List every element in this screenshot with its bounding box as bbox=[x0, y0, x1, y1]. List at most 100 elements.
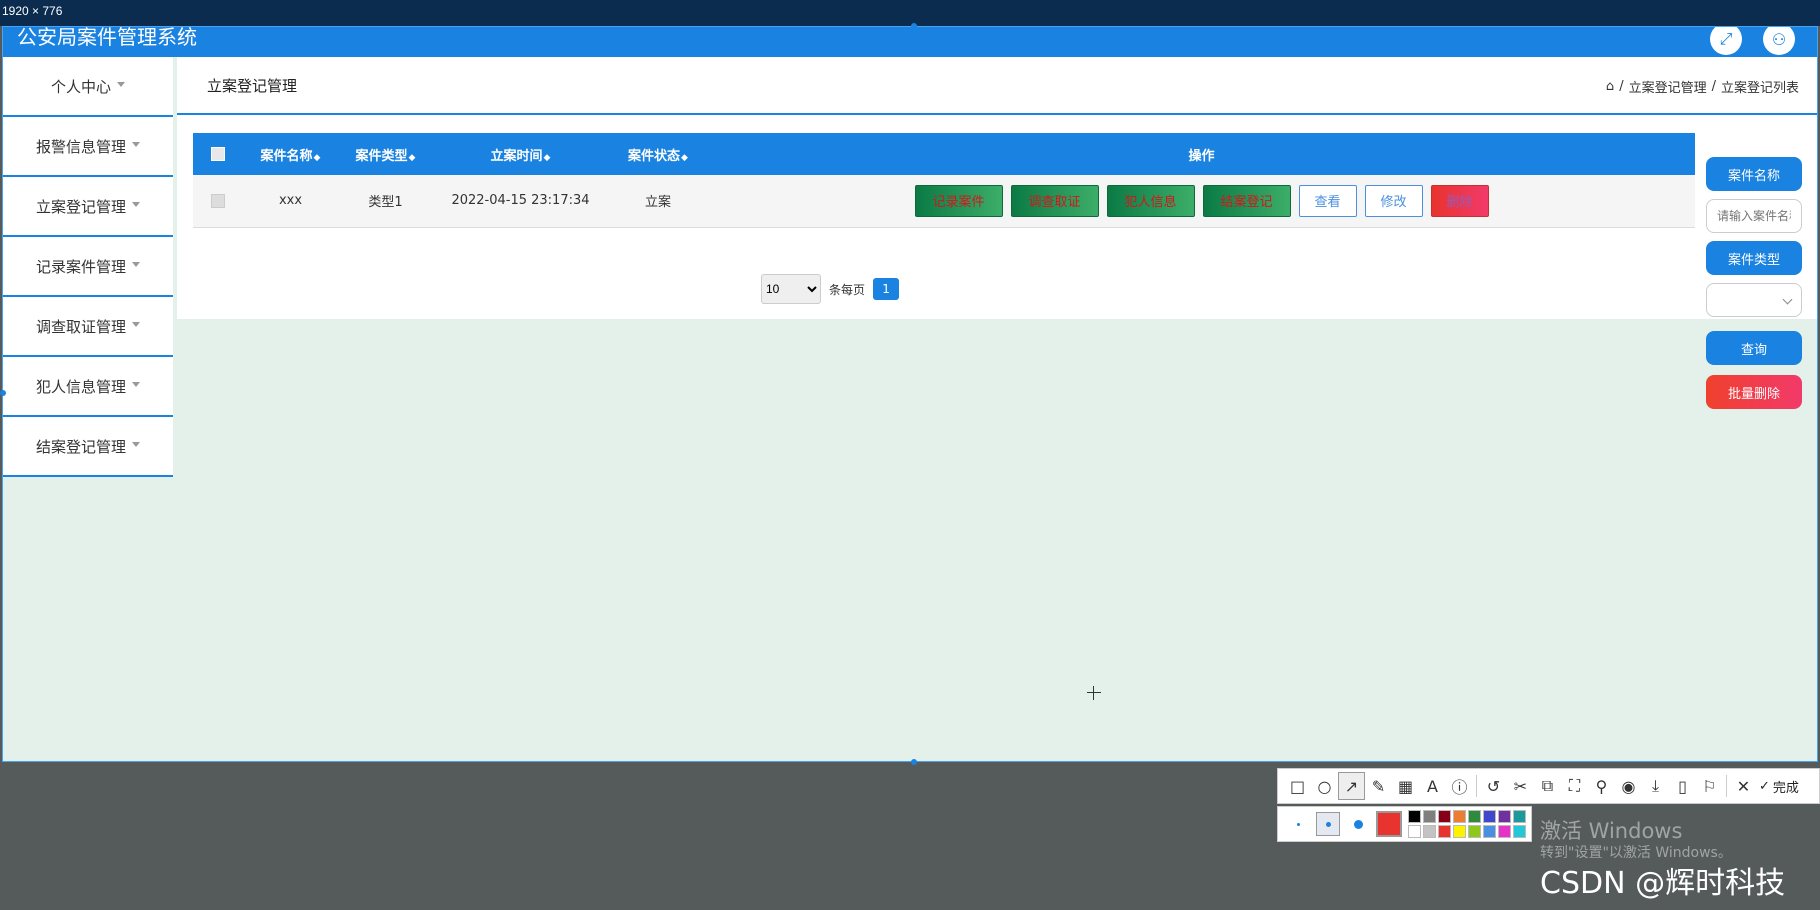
pen-tool-icon[interactable]: ✎ bbox=[1365, 772, 1392, 800]
screen-top-bar bbox=[0, 0, 1820, 26]
sidebar-item-record[interactable]: 记录案件管理 bbox=[3, 237, 173, 297]
sidebar-item-close[interactable]: 结案登记管理 bbox=[3, 417, 173, 477]
column-header[interactable]: 立案时间◆ bbox=[433, 133, 608, 175]
investigate-button[interactable]: 调查取证 bbox=[1010, 184, 1099, 217]
page-size-select[interactable]: 10 bbox=[761, 274, 821, 304]
breadcrumb-item[interactable]: 立案登记管理 bbox=[1629, 77, 1707, 96]
pin-icon[interactable]: ⚲ bbox=[1588, 772, 1615, 800]
case-name-label: 案件名称 bbox=[1706, 157, 1802, 191]
query-button[interactable]: 查询 bbox=[1706, 331, 1802, 365]
cell-name: xxx bbox=[243, 175, 338, 228]
color-swatch[interactable] bbox=[1438, 825, 1451, 838]
screen-capture-icon[interactable]: ⛶ bbox=[1561, 772, 1588, 800]
case-type-select[interactable] bbox=[1706, 283, 1802, 317]
color-swatch[interactable] bbox=[1453, 810, 1466, 823]
column-header[interactable]: 案件状态◆ bbox=[608, 133, 708, 175]
bookmark-icon[interactable]: ⚐ bbox=[1696, 772, 1723, 800]
color-swatch[interactable] bbox=[1513, 825, 1526, 838]
ellipse-tool-icon[interactable]: ○ bbox=[1311, 772, 1338, 800]
color-swatch[interactable] bbox=[1408, 810, 1421, 823]
color-swatch[interactable] bbox=[1423, 825, 1436, 838]
color-swatch[interactable] bbox=[1438, 810, 1451, 823]
scissors-icon[interactable]: ✂ bbox=[1507, 772, 1534, 800]
per-page-label: 条每页 bbox=[829, 282, 866, 297]
color-swatch[interactable] bbox=[1483, 825, 1496, 838]
breadcrumb: ⌂ / 立案登记管理 / 立案登记列表 bbox=[1605, 77, 1799, 96]
select-all-checkbox[interactable] bbox=[211, 147, 225, 161]
record-icon[interactable]: ◉ bbox=[1615, 772, 1642, 800]
app-header: 公安局案件管理系统 ⤢ ⚇ bbox=[3, 27, 1817, 57]
row-actions: 记录案件 调查取证 犯人信息 结案登记 查看 修改 删除 bbox=[708, 184, 1695, 217]
user-icon[interactable]: ⚇ bbox=[1763, 27, 1795, 55]
row-checkbox[interactable] bbox=[211, 193, 225, 208]
color-swatch[interactable] bbox=[1423, 810, 1436, 823]
selection-handle[interactable] bbox=[911, 759, 917, 765]
sidebar-item-investigate[interactable]: 调查取证管理 bbox=[3, 297, 173, 357]
panel-header: 立案登记管理 ⌂ / 立案登记管理 / 立案登记列表 bbox=[177, 57, 1817, 115]
size-medium[interactable] bbox=[1316, 812, 1340, 836]
number-tool-icon[interactable]: ⓘ bbox=[1446, 772, 1473, 800]
batch-delete-button[interactable]: 批量删除 bbox=[1706, 375, 1802, 409]
color-swatch[interactable] bbox=[1498, 825, 1511, 838]
csdn-watermark: CSDN @辉时科技 bbox=[1540, 866, 1786, 901]
column-header[interactable]: 案件名称◆ bbox=[243, 133, 338, 175]
color-swatch[interactable] bbox=[1453, 825, 1466, 838]
color-swatch[interactable] bbox=[1468, 825, 1481, 838]
column-header[interactable]: 案件类型◆ bbox=[338, 133, 433, 175]
color-palette bbox=[1408, 810, 1526, 838]
page-number-button[interactable]: 1 bbox=[873, 278, 900, 300]
view-button[interactable]: 查看 bbox=[1298, 184, 1357, 217]
fullscreen-icon[interactable]: ⤢ bbox=[1710, 27, 1742, 55]
color-swatch[interactable] bbox=[1408, 825, 1421, 838]
arrow-tool-icon[interactable]: ↗ bbox=[1338, 772, 1365, 800]
phone-icon[interactable]: ▯ bbox=[1669, 772, 1696, 800]
check-icon: ✓ bbox=[1759, 778, 1770, 794]
home-icon[interactable]: ⌂ bbox=[1606, 79, 1614, 94]
app-window: 公安局案件管理系统 ⤢ ⚇ 个人中心 报警信息管理 立案登记管理 记录案件管理 … bbox=[2, 26, 1818, 762]
cell-time: 2022-04-15 23:17:34 bbox=[433, 175, 608, 228]
selection-handle[interactable] bbox=[0, 390, 6, 396]
sidebar-item-alarm[interactable]: 报警信息管理 bbox=[3, 117, 173, 177]
breadcrumb-item: 立案登记列表 bbox=[1720, 81, 1799, 96]
current-color-swatch[interactable] bbox=[1376, 811, 1402, 837]
edit-button[interactable]: 修改 bbox=[1364, 184, 1423, 217]
annotation-toolbar: □ ○ ↗ ✎ ▦ A ⓘ ↺ ✂ ⧉ ⛶ ⚲ ◉ ⤓ ▯ ⚐ ✕ ✓ 完成 bbox=[1277, 768, 1820, 804]
sidebar-item-register[interactable]: 立案登记管理 bbox=[3, 177, 173, 237]
page-title: 立案登记管理 bbox=[207, 77, 298, 95]
search-panel: 案件名称 案件类型 查询 批量删除 bbox=[1706, 157, 1802, 409]
undo-icon[interactable]: ↺ bbox=[1480, 772, 1507, 800]
case-table: 案件名称◆ 案件类型◆ 立案时间◆ 案件状态◆ 操作 xxx 类型1 2022-… bbox=[193, 133, 1695, 228]
text-tool-icon[interactable]: A bbox=[1419, 772, 1446, 800]
chevron-down-icon bbox=[132, 441, 140, 447]
download-icon[interactable]: ⤓ bbox=[1642, 772, 1669, 800]
color-swatch[interactable] bbox=[1468, 810, 1481, 823]
selection-handle[interactable] bbox=[911, 23, 917, 29]
close-icon[interactable]: ✕ bbox=[1730, 772, 1757, 800]
mosaic-tool-icon[interactable]: ▦ bbox=[1392, 772, 1419, 800]
color-swatch[interactable] bbox=[1483, 810, 1496, 823]
app-title: 公安局案件管理系统 bbox=[17, 26, 197, 49]
color-swatch[interactable] bbox=[1498, 810, 1511, 823]
rectangle-tool-icon[interactable]: □ bbox=[1284, 772, 1311, 800]
ocr-icon[interactable]: ⧉ bbox=[1534, 772, 1561, 800]
sort-icon: ◆ bbox=[543, 152, 551, 163]
chevron-down-icon bbox=[132, 321, 140, 327]
chevron-down-icon bbox=[132, 201, 140, 207]
style-toolbar bbox=[1277, 806, 1532, 842]
close-case-button[interactable]: 结案登记 bbox=[1202, 184, 1291, 217]
case-name-input[interactable] bbox=[1706, 199, 1802, 233]
sidebar-item-criminal[interactable]: 犯人信息管理 bbox=[3, 357, 173, 417]
sort-icon: ◆ bbox=[408, 152, 416, 163]
sidebar-item-personal[interactable]: 个人中心 bbox=[3, 57, 173, 117]
sort-icon: ◆ bbox=[313, 152, 321, 163]
delete-button[interactable]: 删除 bbox=[1430, 184, 1489, 217]
record-case-button[interactable]: 记录案件 bbox=[914, 184, 1003, 217]
cell-type: 类型1 bbox=[338, 175, 433, 228]
size-small[interactable] bbox=[1286, 812, 1310, 836]
crosshair-cursor-icon bbox=[1087, 686, 1101, 700]
color-swatch[interactable] bbox=[1513, 810, 1526, 823]
criminal-info-button[interactable]: 犯人信息 bbox=[1106, 184, 1195, 217]
sort-icon: ◆ bbox=[681, 152, 688, 163]
size-large[interactable] bbox=[1346, 812, 1370, 836]
done-button[interactable]: ✓ 完成 bbox=[1759, 777, 1799, 796]
